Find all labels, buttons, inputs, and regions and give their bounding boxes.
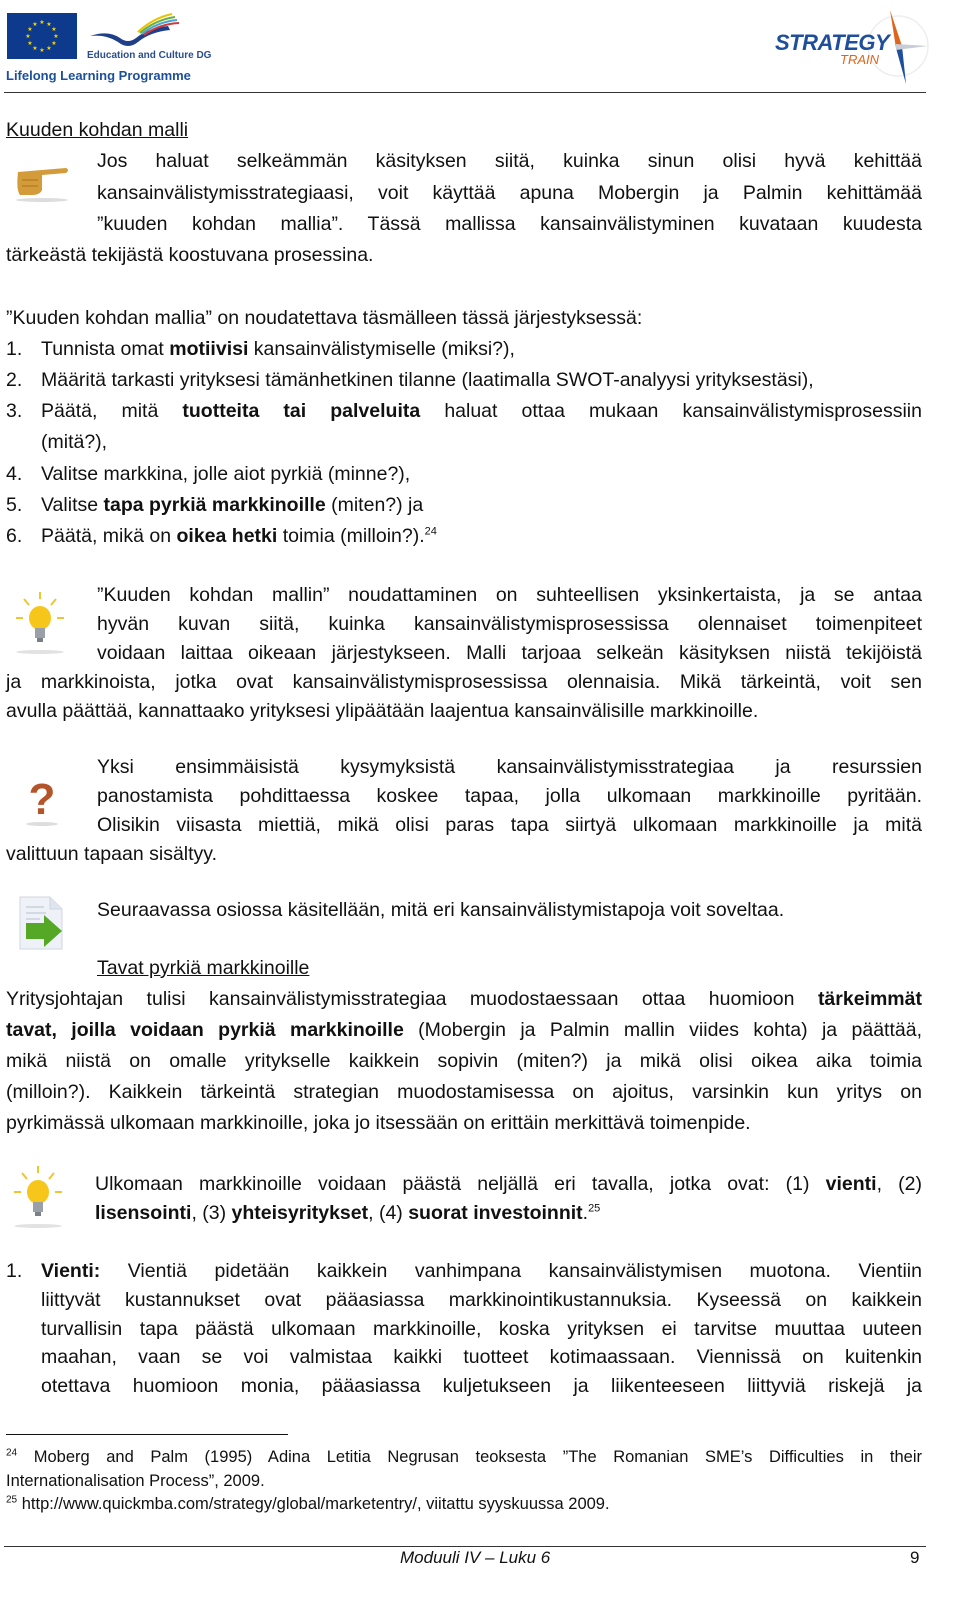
footnote-24: 24 Moberg and Palm (1995) Adina Letitia … xyxy=(6,1447,922,1466)
lifelong-learning-label: Lifelong Learning Programme xyxy=(6,68,191,83)
svg-text:★: ★ xyxy=(46,45,51,52)
question-line-3: Olisikin viisasta miettiä, mikä olisi pa… xyxy=(97,814,922,836)
footnote-divider xyxy=(6,1434,288,1435)
svg-text:★: ★ xyxy=(51,26,56,33)
svg-text:?: ? xyxy=(29,775,56,824)
section2-line-2: tavat, joilla voidaan pyrkiä markkinoill… xyxy=(6,1019,922,1041)
step-4: Valitse markkina, jolle aiot pyrkiä (min… xyxy=(41,463,411,485)
svg-text:★: ★ xyxy=(32,45,37,52)
eu-dg-label: Education and Culture DG xyxy=(87,50,212,61)
next-section-note: Seuraavassa osiossa käsitellään, mitä er… xyxy=(97,899,785,921)
tip1-line-4: ja markkinoista, jotka ovat kansainvälis… xyxy=(6,671,922,693)
tip1-line-5: avulla päättää, kannattaako yrityksesi y… xyxy=(6,700,759,722)
section2-line-5: pyrkimässä ulkomaan markkinoille, joka j… xyxy=(6,1112,751,1134)
intro-line-2: kansainvälistymisstrategiaasi, voit käyt… xyxy=(97,182,922,204)
entry-mode-line-2: liittyvät kustannukset ovat pääasiassa m… xyxy=(41,1289,922,1311)
footer-module-label: Moduuli IV – Luku 6 xyxy=(400,1548,551,1567)
question-line-4: valittuun tapaan sisältyy. xyxy=(6,843,218,865)
entry-mode-number: 1. xyxy=(6,1260,23,1282)
page-number: 9 xyxy=(910,1548,920,1567)
step-5: Valitse tapa pyrkiä markkinoille (miten?… xyxy=(41,494,424,516)
question-line-1: Yksi ensimmäisistä kysymyksistä kansainv… xyxy=(97,756,922,778)
svg-text:★: ★ xyxy=(39,47,44,54)
svg-text:★: ★ xyxy=(27,40,32,47)
footnote-24-continuation: Internationalisation Process”, 2009. xyxy=(6,1472,265,1490)
question-mark-icon: ? xyxy=(26,775,58,826)
step-number: 2. xyxy=(6,369,23,391)
tip1-line-1: ”Kuuden kohdan mallin” noudattaminen on … xyxy=(97,584,922,606)
step-3: Päätä, mitä tuotteita tai palveluita hal… xyxy=(41,400,922,422)
lightbulb-icon xyxy=(16,592,64,654)
tip2-line-2: lisensointi, (3) yhteisyritykset, (4) su… xyxy=(95,1202,601,1224)
step-number: 5. xyxy=(6,494,23,516)
step-number: 1. xyxy=(6,338,23,360)
pointing-hand-icon xyxy=(16,168,68,202)
section2-heading: Tavat pyrkiä markkinoille xyxy=(97,957,310,979)
tip2-line-1: Ulkomaan markkinoille voidaan päästä nel… xyxy=(95,1173,923,1195)
footnote-25-link[interactable]: http://www.quickmba.com/strategy/global/… xyxy=(22,1495,610,1513)
step-1: Tunnista omat motiivisi kansainvälistymi… xyxy=(41,338,515,360)
section2-line-4: (milloin?). Kaikkein tärkeintä strategia… xyxy=(6,1081,922,1103)
svg-text:★: ★ xyxy=(25,33,30,40)
intro-line-3: ”kuuden kohdan mallia”. Tässä mallissa k… xyxy=(97,213,922,235)
entry-mode-line-3: turvallisin tapa päästä ulkomaan markkin… xyxy=(41,1318,922,1340)
list-intro: ”Kuuden kohdan mallia” on noudatettava t… xyxy=(6,307,643,329)
entry-mode-line-4: maahan, vaan se voi valmistaa kaikki tuo… xyxy=(41,1346,922,1368)
section-heading: Kuuden kohdan malli xyxy=(6,119,189,141)
tip1-line-2: hyvän kuvan siitä, kuinka kansainvälisty… xyxy=(97,613,922,635)
intro-line-4: tärkeästä tekijästä koostuvana prosessin… xyxy=(6,244,374,266)
step-number: 6. xyxy=(6,525,23,547)
question-line-2: panostamista pohdittaessa koskee tapaa, … xyxy=(97,785,922,807)
footnote-ref-25[interactable]: 25 xyxy=(588,1203,600,1215)
section2-line-3: mikä niistä on omalle yritykselle kaikke… xyxy=(6,1050,922,1072)
step-6: Päätä, mikä on oikea hetki toimia (millo… xyxy=(41,525,437,547)
svg-text:★: ★ xyxy=(53,33,58,40)
svg-text:★: ★ xyxy=(39,19,44,26)
entry-mode-line-1: Vienti: Vientiä pidetään kaikkein vanhim… xyxy=(41,1260,922,1282)
step-number: 4. xyxy=(6,463,23,485)
svg-text:★: ★ xyxy=(51,40,56,47)
header-divider xyxy=(4,92,926,93)
svg-text:★: ★ xyxy=(32,21,37,28)
document-page: ★ ★ ★ ★ ★ ★ ★ ★ ★ ★ ★ ★ Education and Culture DG… xyxy=(0,0,960,1620)
step-2: Määritä tarkasti yrityksesi tämänhetkine… xyxy=(41,369,814,391)
step-3-continuation: (mitä?), xyxy=(41,431,108,453)
intro-line-1: Jos haluat selkeämmän käsityksen siitä, … xyxy=(97,150,922,172)
section2-line-1: Yritysjohtajan tulisi kansainvälistymiss… xyxy=(6,988,922,1010)
next-document-arrow-icon xyxy=(19,896,63,950)
tip1-line-3: voidaan laittaa oikeaan järjestykseen. M… xyxy=(97,642,922,664)
eu-flag-logo: ★ ★ ★ ★ ★ ★ ★ ★ ★ ★ ★ ★ xyxy=(7,13,77,59)
lightbulb-icon xyxy=(14,1166,62,1228)
footer-divider xyxy=(4,1546,926,1547)
footnote-ref-24[interactable]: 24 xyxy=(425,526,437,538)
strategy-train-logo-sub: TRAIN xyxy=(840,52,879,67)
footnote-25: 25 http://www.quickmba.com/strategy/glob… xyxy=(6,1494,610,1513)
lifelong-learning-bird-logo xyxy=(90,13,180,46)
step-number: 3. xyxy=(6,400,23,422)
page-header: ★ ★ ★ ★ ★ ★ ★ ★ ★ ★ ★ ★ Education and Culture DG… xyxy=(0,0,960,96)
entry-mode-line-5: otettava huomioon monia, pääasiassa kulj… xyxy=(41,1375,922,1397)
